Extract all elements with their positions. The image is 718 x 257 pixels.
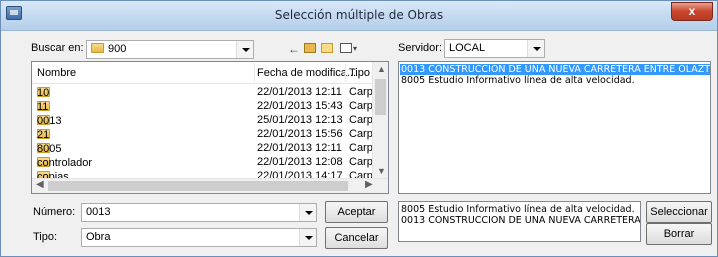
- chevron-down-icon[interactable]: [236, 41, 253, 58]
- numero-label: Número:: [33, 206, 76, 218]
- numero-value: 0013: [86, 206, 111, 218]
- column-name[interactable]: Nombre: [37, 67, 76, 79]
- dialog-window: Selección múltiple de Obras x Buscar en:…: [0, 0, 718, 257]
- chevron-down-icon[interactable]: [299, 204, 316, 221]
- file-row[interactable]: controlador 22/01/2013 12:08 Carpe: [32, 155, 379, 169]
- up-folder-icon[interactable]: [304, 43, 316, 53]
- file-row[interactable]: 10 22/01/2013 12:11 Carpe: [32, 85, 379, 99]
- view-menu-icon[interactable]: [340, 43, 352, 53]
- lookin-label: Buscar en:: [31, 42, 84, 54]
- file-row[interactable]: 8005 22/01/2013 12:11 Carpe: [32, 141, 379, 155]
- file-row[interactable]: 0013 25/01/2013 12:13 Carpe: [32, 113, 379, 127]
- server-label: Servidor:: [398, 42, 443, 54]
- delete-button[interactable]: Borrar: [646, 223, 712, 245]
- tipo-label: Tipo:: [33, 231, 58, 243]
- tipo-combo[interactable]: Obra: [81, 228, 317, 247]
- close-button[interactable]: x: [671, 2, 713, 21]
- tipo-value: Obra: [86, 231, 111, 243]
- new-folder-icon[interactable]: [321, 43, 333, 53]
- chevron-down-icon[interactable]: [527, 40, 544, 57]
- horizontal-scrollbar[interactable]: ◀ ▶: [32, 178, 388, 193]
- column-date[interactable]: Fecha de modifica...: [257, 67, 356, 79]
- back-arrow-icon[interactable]: ←: [288, 42, 300, 56]
- file-list-header: Nombre Fecha de modifica... Tipo: [32, 62, 388, 84]
- file-row[interactable]: 11 22/01/2013 15:43 Carpe: [32, 99, 379, 113]
- scroll-left-icon[interactable]: ◀: [36, 179, 44, 190]
- lookin-value: 900: [108, 43, 127, 55]
- column-type[interactable]: Tipo: [349, 67, 370, 79]
- selection-list-item[interactable]: 8005 Estudio Informativo línea de alta v…: [400, 204, 635, 215]
- lookin-combo[interactable]: 900: [86, 40, 254, 59]
- scroll-right-icon[interactable]: ▶: [365, 179, 373, 190]
- view-chevron-icon[interactable]: ▾: [353, 42, 357, 56]
- works-list-item[interactable]: 8005 Estudio Informativo línea de alta v…: [400, 75, 635, 86]
- scroll-thumb[interactable]: [375, 79, 386, 115]
- works-listbox[interactable]: 0013 CONSTRUCCION DE UNA NUEVA CARRETERA…: [398, 61, 711, 194]
- selection-list-item[interactable]: 0013 CONSTRUCCION DE UNA NUEVA CARRETERA…: [400, 215, 640, 226]
- cancel-button[interactable]: Cancelar: [325, 227, 388, 249]
- window-title: Selección múltiple de Obras: [274, 8, 444, 22]
- numero-combo[interactable]: 0013: [81, 203, 317, 222]
- accept-button[interactable]: Aceptar: [325, 201, 388, 223]
- server-combo[interactable]: LOCAL: [444, 39, 545, 58]
- file-row[interactable]: 21 22/01/2013 15:56 Carpe: [32, 127, 379, 141]
- chevron-down-icon[interactable]: [299, 229, 316, 246]
- scroll-up-icon[interactable]: ▲: [377, 64, 386, 74]
- title-bar: Selección múltiple de Obras x: [1, 1, 717, 31]
- folder-icon: [91, 43, 104, 53]
- scroll-down-icon[interactable]: ▼: [377, 166, 386, 176]
- file-list[interactable]: Nombre Fecha de modifica... Tipo 10 22/0…: [31, 61, 389, 194]
- server-value: LOCAL: [449, 42, 486, 54]
- hscroll-thumb[interactable]: [48, 181, 348, 191]
- select-button[interactable]: Seleccionar: [646, 201, 712, 223]
- selection-listbox[interactable]: 8005 Estudio Informativo línea de alta v…: [398, 201, 641, 242]
- works-list-item[interactable]: 0013 CONSTRUCCION DE UNA NUEVA CARRETERA…: [400, 64, 710, 75]
- vertical-scrollbar[interactable]: ▲ ▼: [372, 62, 388, 180]
